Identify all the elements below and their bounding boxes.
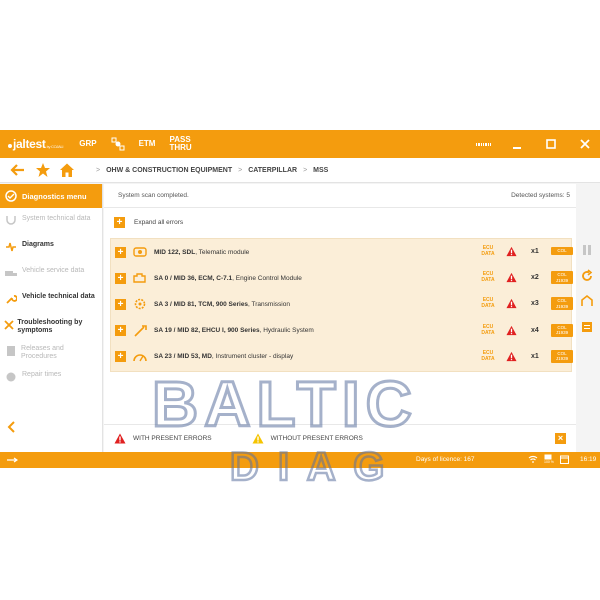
top-bar: jaltest by COJALI GRP ETM PASS THRU: [0, 130, 600, 158]
collapse-sidebar-icon[interactable]: [6, 420, 16, 436]
sidebar-item-vehicle-service-data[interactable]: Vehicle service data: [0, 264, 102, 290]
favorite-star-icon[interactable]: [32, 161, 54, 179]
expand-row-button[interactable]: +: [115, 298, 126, 310]
expand-row-button[interactable]: +: [115, 325, 126, 337]
jaltest-app: jaltest by COJALI GRP ETM PASS THRU > OH…: [0, 130, 600, 490]
error-count: x2: [531, 274, 539, 282]
systems-list: + MID 122, SDL, Telematic module ECU DATA…: [110, 238, 573, 372]
col-button[interactable]: COL J1939: [551, 271, 573, 285]
system-row-engine[interactable]: + SA 0 / MID 36, ECM, C-7.1, Engine Cont…: [111, 265, 573, 291]
ecu-data-button[interactable]: ECU DATA: [481, 245, 495, 257]
gear-clock-icon: [0, 368, 22, 383]
error-count: x4: [531, 326, 539, 334]
legend-without-errors: WITHOUT PRESENT ERRORS: [252, 433, 363, 444]
jaltest-logo: jaltest by COJALI: [8, 137, 64, 151]
truck-icon: [0, 264, 22, 279]
main-panel: System scan completed. Detected systems:…: [104, 184, 576, 452]
error-warning-icon: [506, 299, 517, 309]
licence-days: Days of licence: 167: [416, 456, 475, 463]
ecu-data-button[interactable]: ECU DATA: [481, 324, 495, 336]
sidebar-item-troubleshooting[interactable]: Troubleshooting by symptoms: [0, 316, 102, 342]
warning-icon: [252, 433, 264, 444]
maximize-icon[interactable]: [544, 137, 558, 151]
error-count: x1: [531, 248, 539, 255]
expand-all-row[interactable]: + Expand all errors: [104, 208, 576, 236]
sidebar-header[interactable]: Diagnostics menu: [0, 184, 102, 208]
col-button[interactable]: COL: [551, 247, 573, 255]
system-row-hydraulic[interactable]: + SA 19 / MID 82, EHCU I, 900 Series, Hy…: [111, 318, 573, 344]
document-icon: [0, 342, 21, 357]
breadcrumb-item[interactable]: CATERPILLAR: [248, 167, 297, 174]
diagram-icon: [0, 238, 22, 253]
telematic-module-icon: [133, 247, 147, 257]
scan-status-row: System scan completed. Detected systems:…: [104, 184, 576, 208]
sidebar-item-diagrams[interactable]: Diagrams: [0, 238, 102, 264]
tab-grp[interactable]: GRP: [79, 140, 96, 148]
back-arrow-icon[interactable]: [6, 161, 28, 179]
error-count: x1: [531, 352, 539, 360]
minimize-icon[interactable]: [510, 137, 524, 151]
hydraulic-icon: [134, 324, 147, 337]
scan-status-text: System scan completed.: [118, 192, 189, 199]
system-row-transmission[interactable]: + SA 3 / MID 81, TCM, 900 Series, Transm…: [111, 291, 573, 317]
expand-row-button[interactable]: +: [115, 246, 126, 258]
wrench-icon: [0, 290, 22, 305]
error-warning-icon: [506, 325, 517, 335]
legend-bar: WITH PRESENT ERRORS WITHOUT PRESENT ERRO…: [104, 424, 576, 452]
tools-icon: [0, 316, 17, 331]
sidebar: Diagnostics menu System technical data D…: [0, 184, 103, 452]
col-button[interactable]: COL J1939: [551, 297, 573, 311]
refresh-icon[interactable]: [580, 269, 594, 283]
instrument-cluster-icon: [133, 354, 147, 362]
sidebar-item-vehicle-technical-data[interactable]: Vehicle technical data: [0, 290, 102, 316]
sidebar-item-repair-times[interactable]: Repair times: [0, 368, 102, 394]
stethoscope-icon: [0, 212, 22, 227]
battery-indicator: 100 %: [544, 454, 554, 464]
close-icon[interactable]: [578, 137, 592, 151]
tab-etm[interactable]: ETM: [139, 140, 156, 148]
col-button[interactable]: COL J1939: [551, 323, 573, 337]
ecu-data-button[interactable]: ECU DATA: [481, 297, 495, 309]
error-count: x3: [531, 300, 539, 308]
breadcrumb-item[interactable]: MSS: [313, 167, 328, 174]
error-warning-icon: [114, 433, 126, 444]
ecu-data-button[interactable]: ECU DATA: [481, 271, 495, 283]
calendar-icon[interactable]: [559, 455, 569, 464]
sidebar-item-releases-procedures[interactable]: Releases and Procedures: [0, 342, 102, 368]
report-icon[interactable]: [580, 320, 594, 334]
usb-icon: [7, 457, 18, 463]
expand-row-button[interactable]: +: [115, 272, 126, 284]
navigation-bar: > OHW & CONSTRUCTION EQUIPMENT > CATERPI…: [0, 158, 600, 183]
breadcrumb: > OHW & CONSTRUCTION EQUIPMENT > CATERPI…: [96, 166, 329, 174]
transmission-gear-icon: [134, 299, 146, 310]
wifi-icon: [528, 455, 538, 463]
col-button[interactable]: COL J1939: [551, 349, 573, 363]
status-bar: Days of licence: 167 100 % 16:19: [0, 452, 600, 468]
detected-systems-count: Detected systems: 5: [511, 192, 570, 199]
scan-icon[interactable]: [111, 137, 125, 151]
system-row-telematic[interactable]: + MID 122, SDL, Telematic module ECU DATA…: [111, 239, 573, 265]
expand-all-button[interactable]: +: [114, 216, 125, 228]
diagnostics-icon: [0, 190, 22, 202]
clock: 16:19: [580, 456, 597, 463]
engine-icon: [133, 273, 146, 283]
error-warning-icon: [506, 246, 517, 257]
pause-icon[interactable]: [580, 243, 594, 257]
legend-with-errors: WITH PRESENT ERRORS: [114, 433, 212, 444]
connection-icon[interactable]: [580, 294, 594, 308]
apps-grid-icon[interactable]: [476, 137, 490, 151]
breadcrumb-item[interactable]: OHW & CONSTRUCTION EQUIPMENT: [106, 167, 232, 174]
error-warning-icon: [506, 351, 517, 361]
tab-pass-thru[interactable]: PASS THRU: [169, 136, 191, 152]
sidebar-item-system-technical-data[interactable]: System technical data: [0, 212, 102, 238]
ecu-data-button[interactable]: ECU DATA: [481, 350, 495, 362]
system-row-instrument-cluster[interactable]: + SA 23 / MID 53, MD, Instrument cluster…: [111, 344, 573, 370]
expand-row-button[interactable]: +: [115, 351, 126, 363]
close-legend-button[interactable]: ×: [555, 433, 566, 444]
error-warning-icon: [506, 273, 517, 283]
home-icon[interactable]: [56, 161, 78, 179]
